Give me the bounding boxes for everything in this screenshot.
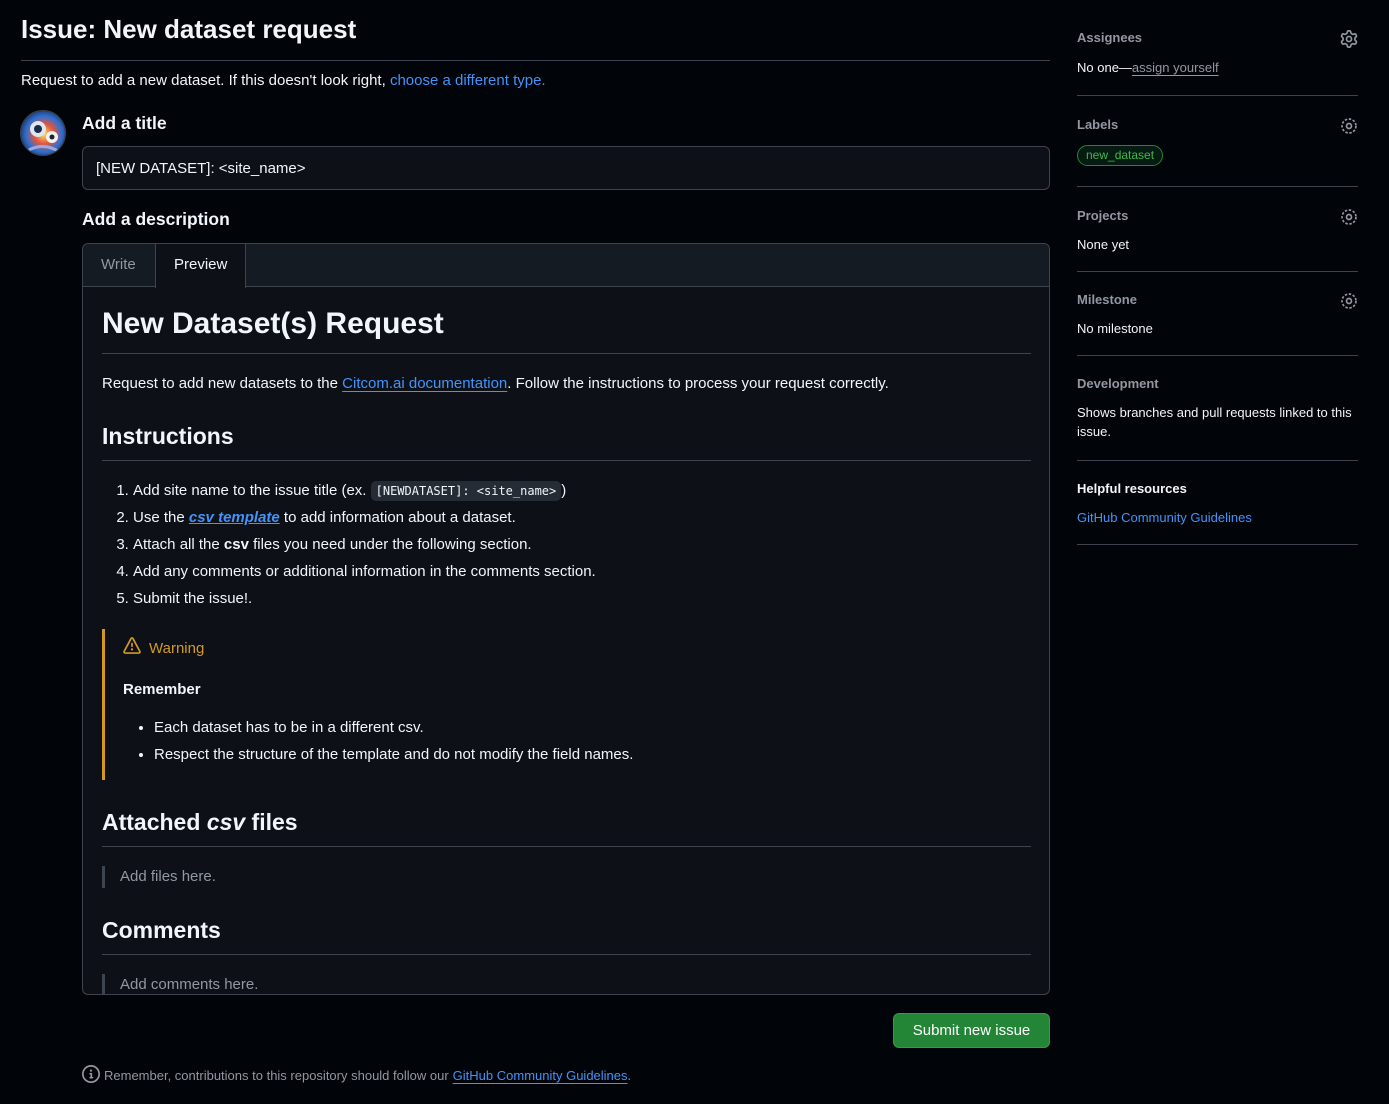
sidebar-labels: Labels new_dataset — [1077, 96, 1358, 187]
assignees-value: No one—assign yourself — [1077, 58, 1358, 77]
note-end: . — [627, 1068, 632, 1083]
inline-code: [NEWDATASET]: <site_name> — [370, 481, 562, 501]
warning-header: Warning — [123, 637, 1031, 659]
issue-type-subtitle: Request to add a new dataset. If this do… — [21, 72, 546, 89]
sidebar-milestone: Milestone No milestone — [1077, 272, 1358, 356]
list-item: Add any comments or additional informati… — [133, 562, 1031, 582]
list-item: Attach all the csv files you need under … — [133, 535, 1031, 555]
warning-callout: Warning Remember Each dataset has to be … — [102, 629, 1031, 780]
label-new-dataset[interactable]: new_dataset — [1077, 145, 1164, 166]
step-text: Attach all the — [133, 536, 224, 553]
gear-icon[interactable] — [1340, 292, 1358, 310]
list-item: Submit the issue!. — [133, 589, 1031, 609]
intro-text-end: . Follow the instructions to process you… — [507, 375, 889, 392]
resources-value: GitHub Community Guidelines — [1077, 508, 1358, 527]
preview-heading: New Dataset(s) Request — [102, 307, 1031, 354]
development-heading: Development — [1077, 376, 1159, 391]
submit-new-issue-button[interactable]: Submit new issue — [893, 1013, 1050, 1048]
milestone-heading: Milestone — [1077, 292, 1137, 307]
comments-heading: Comments — [102, 917, 1031, 955]
warning-icon — [123, 637, 141, 659]
avatar[interactable] — [20, 110, 66, 156]
info-icon — [82, 1065, 100, 1086]
gear-icon[interactable] — [1340, 208, 1358, 226]
contribution-note: Remember, contributions to this reposito… — [82, 1065, 631, 1086]
sidebar-guidelines-link[interactable]: GitHub Community Guidelines — [1077, 510, 1252, 525]
description-editor: Write Preview New Dataset(s) Request Req… — [82, 243, 1050, 995]
attached-files-quote: Add files here. — [102, 866, 1031, 888]
gear-icon[interactable] — [1340, 30, 1358, 48]
resources-heading: Helpful resources — [1077, 481, 1187, 496]
heading-text: files — [245, 809, 298, 835]
step-bold: csv — [223, 536, 249, 553]
intro-paragraph: Request to add new datasets to the Citco… — [102, 374, 1031, 394]
heading-em: csv — [206, 809, 246, 835]
warning-list: Each dataset has to be in a different cs… — [123, 718, 1031, 765]
description-label: Add a description — [82, 209, 230, 229]
assignees-heading: Assignees — [1077, 30, 1143, 45]
sidebar-development: Development Shows branches and pull requ… — [1077, 356, 1358, 461]
title-label: Add a title — [82, 113, 167, 133]
warning-title: Warning — [149, 639, 205, 657]
step-text: ) — [561, 482, 567, 499]
subtitle-text: Request to add a new dataset. If this do… — [21, 72, 386, 89]
labels-value: new_dataset — [1077, 145, 1358, 166]
page-title: Issue: New dataset request — [21, 14, 357, 44]
heading-text: Attached — [102, 809, 207, 835]
markdown-preview: New Dataset(s) Request Request to add ne… — [102, 286, 1031, 994]
list-item: Add site name to the issue title (ex. [N… — [133, 481, 1031, 501]
issue-sidebar: Assignees No one—assign yourself Labels … — [1077, 28, 1358, 545]
sidebar-assignees: Assignees No one—assign yourself — [1077, 28, 1358, 96]
development-value: Shows branches and pull requests linked … — [1077, 405, 1352, 439]
tab-preview[interactable]: Preview — [155, 244, 247, 288]
gear-icon[interactable] — [1340, 117, 1358, 135]
step-text: to add information about a dataset. — [279, 509, 516, 526]
choose-different-type-link[interactable]: choose a different type. — [390, 72, 546, 89]
projects-heading: Projects — [1077, 208, 1129, 223]
intro-text: Request to add new datasets to the — [102, 375, 343, 392]
editor-tabbar: Write Preview — [83, 244, 1049, 288]
instructions-list: Add site name to the issue title (ex. [N… — [102, 481, 1031, 609]
step-text: Use the — [133, 509, 189, 526]
list-item: Each dataset has to be in a different cs… — [154, 718, 1031, 738]
labels-heading: Labels — [1077, 117, 1119, 132]
warning-subtitle: Remember — [123, 681, 201, 698]
sidebar-projects: Projects None yet — [1077, 187, 1358, 272]
csv-template-link[interactable]: csv template — [189, 509, 280, 526]
tab-write[interactable]: Write — [83, 244, 154, 287]
comments-quote: Add comments here. — [102, 974, 1031, 994]
attached-files-heading: Attached csv files — [102, 809, 1031, 847]
assignees-text: No one— — [1077, 60, 1132, 75]
issue-title-input[interactable] — [82, 146, 1050, 190]
list-item: Respect the structure of the template an… — [154, 745, 1031, 765]
step-text: Add site name to the issue title (ex. — [133, 482, 371, 499]
instructions-heading: Instructions — [102, 423, 1031, 461]
assign-yourself-link[interactable]: assign yourself — [1132, 60, 1219, 75]
projects-value: None yet — [1077, 237, 1130, 252]
note-text: Remember, contributions to this reposito… — [104, 1068, 449, 1083]
citcom-docs-link[interactable]: Citcom.ai documentation — [342, 375, 507, 392]
step-text: files you need under the following secti… — [248, 536, 532, 553]
community-guidelines-link[interactable]: GitHub Community Guidelines — [453, 1068, 628, 1083]
sidebar-resources: Helpful resources GitHub Community Guide… — [1077, 461, 1358, 545]
milestone-value: No milestone — [1077, 321, 1153, 336]
title-divider — [21, 60, 1050, 61]
list-item: Use the csv template to add information … — [133, 508, 1031, 528]
